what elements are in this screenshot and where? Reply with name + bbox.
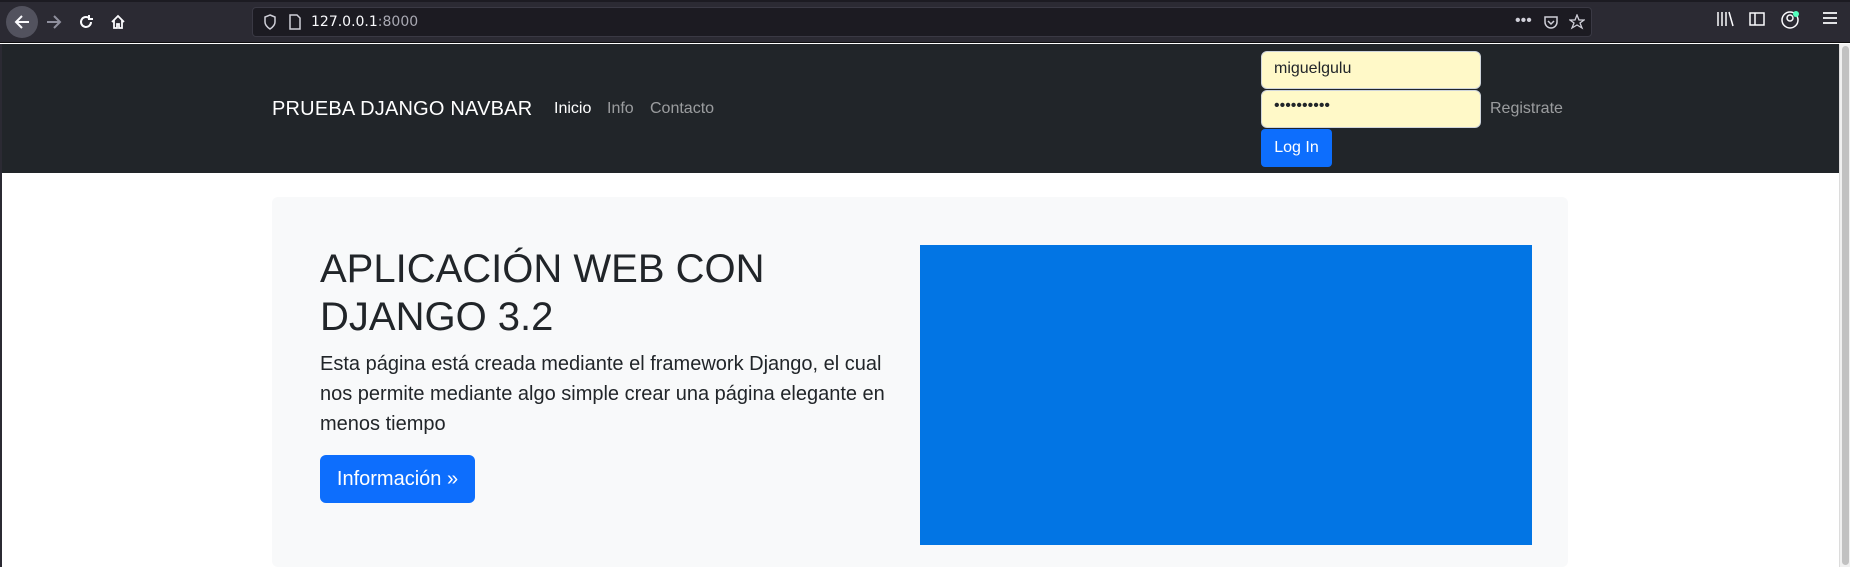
pocket-icon[interactable] <box>1543 14 1559 35</box>
browser-toolbar: 127.0.0.1:8000 ••• <box>0 0 1850 43</box>
username-input[interactable]: miguelgulu <box>1261 51 1481 89</box>
scrollbar-thumb[interactable] <box>1842 46 1849 565</box>
account-icon[interactable] <box>1780 10 1800 35</box>
reload-icon <box>80 15 93 28</box>
shield-icon[interactable] <box>263 14 277 35</box>
home-icon <box>111 14 125 29</box>
address-bar[interactable]: 127.0.0.1:8000 ••• <box>252 7 1592 37</box>
home-button[interactable] <box>102 6 134 38</box>
back-arrow-icon <box>14 15 29 29</box>
hero-image-placeholder <box>920 245 1532 545</box>
reload-button[interactable] <box>70 6 102 38</box>
url-port: :8000 <box>377 14 419 30</box>
password-input[interactable]: •••••••••• <box>1261 90 1481 128</box>
nav-link-inicio[interactable]: Inicio <box>554 100 591 118</box>
site-navbar: PRUEBA DJANGO NAVBAR Inicio Info Contact… <box>2 44 1839 173</box>
page-scrollbar[interactable] <box>1839 44 1850 567</box>
navbar-brand[interactable]: PRUEBA DJANGO NAVBAR <box>272 98 532 121</box>
forward-button[interactable] <box>38 6 70 38</box>
url-host: 127.0.0.1 <box>311 14 378 30</box>
forward-arrow-icon <box>47 15 62 29</box>
info-button[interactable]: Información » <box>320 455 475 503</box>
login-button[interactable]: Log In <box>1261 129 1332 167</box>
url-text[interactable]: 127.0.0.1:8000 <box>311 14 418 30</box>
library-icon[interactable] <box>1716 10 1734 33</box>
nav-link-info[interactable]: Info <box>607 100 634 118</box>
register-link[interactable]: Registrate <box>1490 100 1563 118</box>
menu-icon[interactable] <box>1822 10 1838 31</box>
back-button[interactable] <box>6 6 38 38</box>
hero-title: APLICACIÓN WEB CON DJANGO 3.2 <box>320 247 765 339</box>
nav-link-contacto[interactable]: Contacto <box>650 100 714 118</box>
page-icon[interactable] <box>289 14 301 35</box>
hero-text: Esta página está creada mediante el fram… <box>320 353 885 435</box>
bookmark-star-icon[interactable] <box>1568 13 1586 35</box>
tab-strip <box>0 0 1850 2</box>
more-actions-icon[interactable]: ••• <box>1515 12 1532 30</box>
sidebar-icon[interactable] <box>1748 10 1766 33</box>
hero-section: APLICACIÓN WEB CON DJANGO 3.2 Esta págin… <box>272 197 1568 567</box>
